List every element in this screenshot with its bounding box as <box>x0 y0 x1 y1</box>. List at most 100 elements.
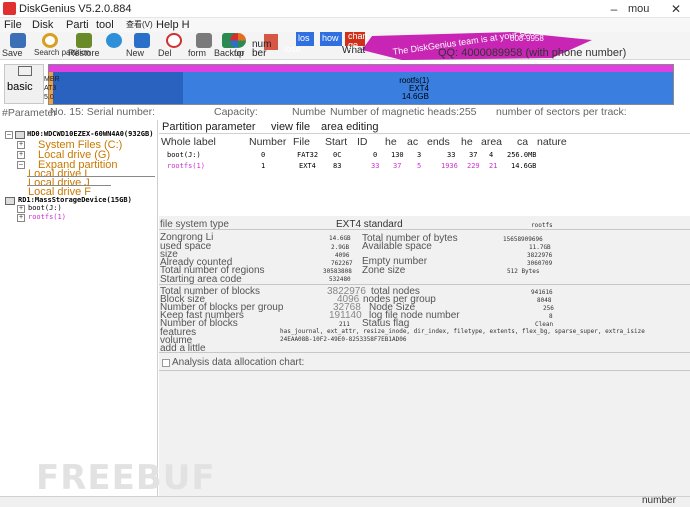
partition-bar-text: rootfs(1) EXT4 14.6GB <box>49 77 429 101</box>
info-sectors: number of sectors per track: <box>496 106 627 118</box>
col-label: Whole label <box>161 136 216 148</box>
ad-word-change: chan ge <box>348 32 368 50</box>
window-corner-text: mou <box>628 3 650 15</box>
table-row[interactable]: rootfs(1) 1 EXT4 83 33 37 5 1936 229 21 … <box>159 160 690 171</box>
col-id: ID <box>357 136 368 148</box>
disk-basic-box[interactable]: basic <box>4 64 44 104</box>
col-ca: ca <box>517 136 529 148</box>
divider <box>159 229 690 230</box>
block-value: 8 <box>549 313 553 320</box>
row-boot-num: 0 <box>261 151 266 159</box>
tree-boot[interactable]: boot(J:) <box>28 204 62 212</box>
close-button[interactable]: ✕ <box>662 0 690 18</box>
info-heads: Number of magnetic heads:255 <box>330 106 477 118</box>
detail-value: 2.9GB <box>331 244 350 251</box>
features-value: has_journal, ext_attr, resize_inode, dir… <box>280 328 645 335</box>
info-prefix: #Parameter <box>2 107 57 119</box>
restore-button[interactable]: Restore <box>68 32 100 59</box>
detail-value: 762267 <box>331 260 353 267</box>
disk-basic-label: basic <box>7 81 33 93</box>
row-rootfs-fs: EXT4 <box>299 162 316 170</box>
divider <box>159 370 690 371</box>
tree-disk1[interactable]: RD1:MassStorageDevice(15GB) <box>18 196 132 204</box>
disk-info-line: #Parameter No. 15: Serial number: Capaci… <box>0 106 690 120</box>
ad-banner[interactable]: num ber lose los how What chan ge The Disk… <box>252 32 690 60</box>
save-icon <box>10 33 26 48</box>
right-panel: Partition parameter view file area editi… <box>159 120 690 500</box>
table-row[interactable]: boot(J:) 0 FAT32 0C 0 130 3 33 37 4 256.… <box>159 149 690 160</box>
row-rootfs-cap: 14.6GB <box>511 162 537 170</box>
tree-selection-line-2 <box>27 185 111 186</box>
search-icon <box>42 33 58 48</box>
new-partition-button[interactable]: New <box>126 32 156 59</box>
volume-value: 24EAA08B-10F2-49E0-8253358F7EB1AD06 <box>280 336 407 343</box>
partition-details: file system type EXT4 standard rootfs Zo… <box>159 216 690 500</box>
row-rootfs-id: 83 <box>333 162 342 170</box>
ad-phone: 008-9958 <box>510 34 544 43</box>
tree-rootfs[interactable]: rootfs(1) <box>28 213 66 221</box>
tree-toggle-system[interactable]: + <box>17 141 25 149</box>
row-rootfs-s2: 21 <box>489 162 498 170</box>
restore-icon <box>76 33 92 48</box>
menu-disk[interactable]: Disk <box>32 18 53 32</box>
tab-partition-parameter[interactable]: Partition parameter <box>162 121 256 133</box>
detail-value: 532480 <box>329 276 351 283</box>
ad-word-how: how <box>322 33 339 43</box>
detail-label: Zone size <box>362 265 406 276</box>
menu-tool[interactable]: tool <box>96 18 114 32</box>
tree-toggle-rootfs[interactable]: + <box>17 214 25 222</box>
tree-toggle-drive-g[interactable]: + <box>17 151 25 159</box>
save-button[interactable]: Save <box>2 32 32 59</box>
col-nature: nature <box>537 136 567 148</box>
analysis-checkbox[interactable] <box>162 359 170 367</box>
info-capacity: Capacity: <box>214 106 258 118</box>
tab-area-editing[interactable]: area editing <box>321 121 379 133</box>
partition-bar-top-stripe <box>49 65 673 72</box>
row-boot-cap: 256.0MB <box>507 151 537 159</box>
search-partition-button[interactable]: Search partition <box>34 32 90 59</box>
tree-disk0[interactable]: HD0:WDCWD10EZEX-60WN4A0(932GB) <box>27 130 153 138</box>
col-ends: ends <box>427 136 450 148</box>
watermark-text: FREEBUF <box>36 458 216 498</box>
row-boot-c2: 33 <box>447 151 456 159</box>
format-icon <box>196 33 212 48</box>
tab-bar: Partition parameter view file area editi… <box>159 120 690 134</box>
tab-view-file[interactable]: view file <box>271 121 310 133</box>
block-value: 256 <box>543 305 554 312</box>
tree-toggle-boot[interactable]: + <box>17 205 25 213</box>
hard-disk-icon <box>15 131 25 139</box>
app-icon <box>3 2 16 15</box>
partition-bar-fs: EXT4 <box>408 84 429 93</box>
tree-selection-line <box>27 176 155 177</box>
row-boot-h2: 37 <box>469 151 478 159</box>
partition-bar-name: rootfs(1) <box>399 76 429 85</box>
menu-view[interactable]: 查看(V) <box>126 18 153 32</box>
row-boot-s2: 4 <box>489 151 494 159</box>
block-value: 941616 <box>531 289 553 296</box>
row-boot-s1: 3 <box>417 151 422 159</box>
usb-disk-icon <box>5 197 15 205</box>
tree-toggle-disk0[interactable]: – <box>5 131 13 139</box>
detail-value: 512 Bytes <box>507 268 540 275</box>
row-boot-h1: 130 <box>391 151 404 159</box>
partition-bar-rootfs[interactable]: rootfs(1) EXT4 14.6GB <box>48 64 674 105</box>
tools-button[interactable]: for <box>222 32 252 59</box>
tree-toggle-extended[interactable]: – <box>17 161 25 169</box>
delete-partition-button[interactable]: Del <box>158 32 188 59</box>
row-rootfs-num: 1 <box>261 162 266 170</box>
partition-bar-left-fragments: MBR AT3 5.0 <box>44 76 60 101</box>
new-icon <box>134 33 150 48</box>
menu-help[interactable]: Help H <box>156 18 190 32</box>
col-file: File <box>293 136 310 148</box>
detail-value: 3822976 <box>527 252 553 259</box>
menu-file[interactable]: File <box>4 18 22 32</box>
menu-partition[interactable]: Parti <box>66 18 89 32</box>
title-bar: DiskGenius V5.2.0.884 mou – ✕ <box>0 0 690 18</box>
quick-partition-button[interactable] <box>98 32 128 59</box>
row-boot-c1: 0 <box>373 151 378 159</box>
minimize-button[interactable]: – <box>600 0 628 18</box>
delete-icon <box>166 33 182 48</box>
status-bar: number <box>0 495 690 507</box>
col-he: he <box>385 136 397 148</box>
analysis-label: Analysis data allocation chart: <box>172 357 305 368</box>
